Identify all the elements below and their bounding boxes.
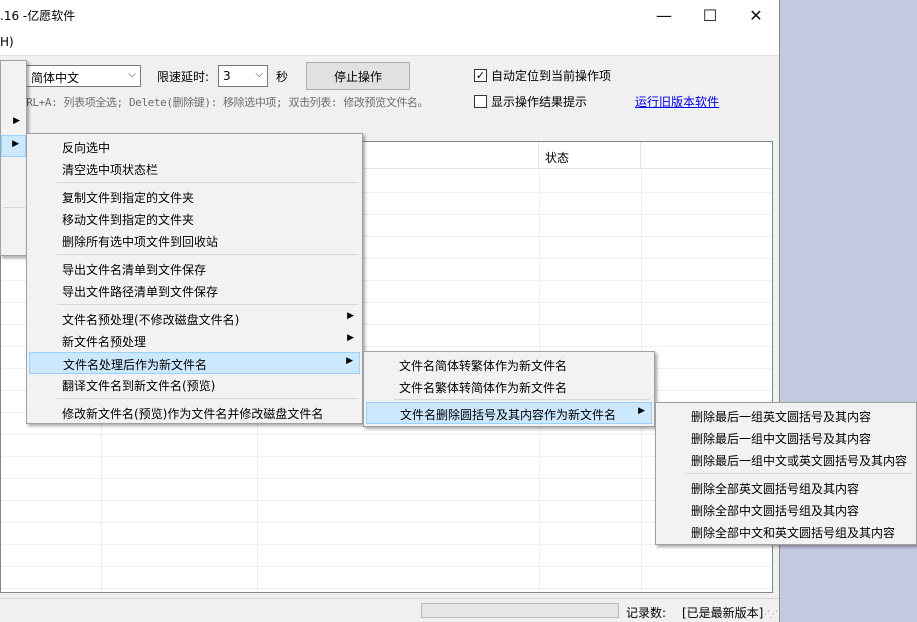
menu-main-item-5[interactable]: 导出文件名清单到文件保存: [29, 258, 360, 280]
menu-item-label: 文件名预处理(不修改磁盘文件名): [62, 313, 240, 327]
shortcut-hint: TRL+A: 列表项全选; Delete(删除键): 移除选中项; 双击列表: …: [20, 96, 429, 109]
menu-sub2-item-4[interactable]: 删除全部中文圆括号组及其内容: [658, 499, 914, 521]
submenu-arrow-icon: ▶: [12, 139, 19, 149]
menu-sub1-item-0[interactable]: 文件名简体转繁体作为新文件名: [366, 354, 652, 376]
minimize-button[interactable]: —: [641, 0, 687, 30]
menu-item-label: 清空选中项状态栏: [62, 163, 159, 177]
show-result-checkbox[interactable]: [474, 95, 487, 108]
menu-separator: [57, 398, 358, 399]
menu-sub2-item-2[interactable]: 删除最后一组中文或英文圆括号及其内容: [658, 449, 914, 471]
list-column-status[interactable]: 状态: [539, 142, 641, 169]
maximize-icon: ☐: [702, 5, 718, 25]
menu-separator: [394, 399, 650, 400]
menu-sub2-item-1[interactable]: 删除最后一组中文圆括号及其内容: [658, 427, 914, 449]
auto-locate-label: 自动定位到当前操作项: [491, 69, 612, 83]
maximize-button[interactable]: ☐: [687, 0, 733, 30]
menu-item-label: 删除全部中文圆括号组及其内容: [691, 504, 860, 518]
seconds-label: 秒: [276, 70, 289, 84]
chevron-down-icon: ⌵: [128, 69, 136, 80]
menu-item-label: 删除最后一组中文圆括号及其内容: [691, 432, 872, 446]
language-select-value: 简体中文: [31, 71, 80, 85]
menu-item-label: 新文件名预处理: [62, 335, 147, 349]
progress-bar: [421, 603, 619, 618]
close-button[interactable]: ✕: [733, 0, 779, 30]
menu-main-item-4[interactable]: 删除所有选中项文件到回收站: [29, 230, 360, 252]
chevron-down-icon: ⌵: [255, 69, 263, 80]
menu-separator: [3, 207, 25, 208]
window-title: .16 -亿愿软件: [0, 9, 76, 23]
context-menu-parent: ▶ ▶: [0, 60, 27, 256]
resize-grip-icon[interactable]: ⋰⋰: [761, 610, 778, 620]
menu-item-label: 移动文件到指定的文件夹: [62, 213, 195, 227]
menu-item-label: 文件名简体转繁体作为新文件名: [399, 359, 568, 373]
menu-main-item-1[interactable]: 清空选中项状态栏: [29, 158, 360, 180]
menu-main-item-6[interactable]: 导出文件路径清单到文件保存: [29, 280, 360, 302]
menu-item-label: 删除全部中文和英文圆括号组及其内容: [691, 526, 896, 540]
menu-main-item-10[interactable]: 翻译文件名到新文件名(预览): [29, 374, 360, 396]
menu-item-label: 文件名繁体转简体作为新文件名: [399, 381, 568, 395]
language-select[interactable]: 简体中文 ⌵: [26, 65, 141, 87]
show-result-label: 显示操作结果提示: [491, 95, 588, 109]
submenu-arrow-icon: ▶: [638, 406, 645, 416]
menu-main-item-8[interactable]: 新文件名预处理 ▶: [29, 330, 360, 352]
menu-separator: [57, 304, 358, 305]
menu-help[interactable]: H): [0, 35, 14, 49]
menu-item-label: 删除最后一组英文圆括号及其内容: [691, 410, 872, 424]
menu-main-item-11[interactable]: 修改新文件名(预览)作为文件名并修改磁盘文件名: [29, 402, 360, 424]
delay-label: 限速延时:: [157, 70, 210, 84]
menu-item-label: 文件名删除圆括号及其内容作为新文件名: [400, 408, 617, 422]
menu-main-item-0[interactable]: 反向选中: [29, 136, 360, 158]
menu-separator: [57, 254, 358, 255]
parent-menu-item[interactable]: ▶: [1, 113, 26, 135]
menu-separator: [686, 473, 912, 474]
menu-main-item-3[interactable]: 移动文件到指定的文件夹: [29, 208, 360, 230]
menu-item-label: 文件名处理后作为新文件名: [63, 358, 208, 372]
close-icon: ✕: [749, 5, 763, 25]
menu-item-label: 删除所有选中项文件到回收站: [62, 235, 219, 249]
menu-item-label: 导出文件路径清单到文件保存: [62, 285, 219, 299]
menu-sub2-item-0[interactable]: 删除最后一组英文圆括号及其内容: [658, 405, 914, 427]
old-version-link[interactable]: 运行旧版本软件: [635, 93, 719, 110]
records-label: 记录数:: [626, 606, 667, 620]
menu-main-item-7[interactable]: 文件名预处理(不修改磁盘文件名) ▶: [29, 308, 360, 330]
delay-select-value: 3: [223, 69, 231, 83]
menu-item-label: 复制文件到指定的文件夹: [62, 191, 195, 205]
menu-item-label: 删除全部英文圆括号组及其内容: [691, 482, 860, 496]
menu-item-label: 删除最后一组中文或英文圆括号及其内容: [691, 454, 908, 468]
context-menu: 反向选中清空选中项状态栏复制文件到指定的文件夹 移动文件到指定的文件夹删除所有选中…: [26, 133, 363, 424]
status-column-label: 状态: [545, 151, 570, 165]
menu-item-label: 导出文件名清单到文件保存: [62, 263, 207, 277]
minimize-icon: —: [656, 5, 672, 25]
list-column[interactable]: [641, 142, 772, 169]
menu-sub1-item-2[interactable]: 文件名删除圆括号及其内容作为新文件名 ▶: [366, 402, 652, 424]
menu-separator: [57, 182, 358, 183]
menu-bar: H): [0, 30, 779, 56]
submenu-arrow-icon: ▶: [346, 356, 353, 366]
menu-item-label: 反向选中: [62, 141, 111, 155]
menu-main-item-2[interactable]: 复制文件到指定的文件夹: [29, 186, 360, 208]
parent-menu-item-active[interactable]: ▶: [1, 135, 26, 157]
auto-locate-checkbox[interactable]: ✓: [474, 69, 487, 82]
stop-button[interactable]: 停止操作: [306, 62, 410, 90]
delay-select[interactable]: 3 ⌵: [218, 65, 268, 87]
submenu-arrow-icon: ▶: [347, 333, 354, 343]
status-bar: 记录数: [已是最新版本] ⋰⋰: [0, 598, 779, 622]
submenu-new-filename: 文件名简体转繁体作为新文件名 文件名繁体转简体作为新文件名文件名删除圆括号及其内容…: [363, 351, 655, 427]
menu-item-label: 翻译文件名到新文件名(预览): [62, 379, 216, 393]
grid-line: [1, 566, 772, 567]
menu-sub2-item-5[interactable]: 删除全部中文和英文圆括号组及其内容: [658, 521, 914, 543]
menu-item-label: 修改新文件名(预览)作为文件名并修改磁盘文件名: [62, 407, 324, 421]
version-status: [已是最新版本]: [682, 606, 764, 620]
title-bar[interactable]: .16 -亿愿软件 — ☐ ✕: [0, 0, 779, 30]
grid-line: [1, 588, 772, 589]
submenu-remove-brackets: 删除最后一组英文圆括号及其内容 删除最后一组中文圆括号及其内容删除最后一组中文或英…: [655, 402, 917, 545]
menu-main-item-9[interactable]: 文件名处理后作为新文件名 ▶: [29, 352, 360, 374]
menu-sub1-item-1[interactable]: 文件名繁体转简体作为新文件名: [366, 376, 652, 398]
menu-sub2-item-3[interactable]: 删除全部英文圆括号组及其内容: [658, 477, 914, 499]
submenu-arrow-icon: ▶: [13, 116, 20, 126]
submenu-arrow-icon: ▶: [347, 311, 354, 321]
